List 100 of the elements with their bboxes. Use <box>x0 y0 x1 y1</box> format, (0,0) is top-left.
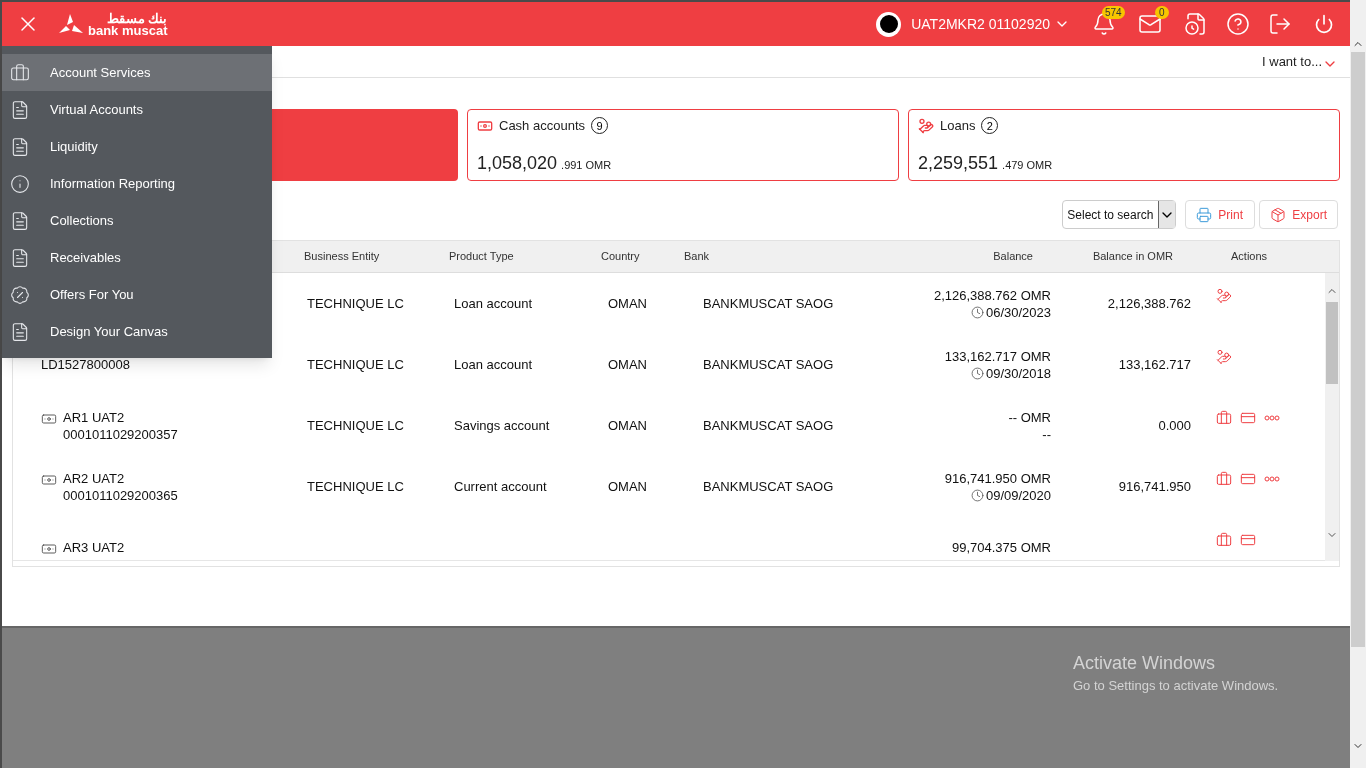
avatar-icon <box>876 11 902 37</box>
report-clock-icon[interactable] <box>1184 12 1208 36</box>
i-want-to-dropdown[interactable]: I want to... <box>1262 51 1338 72</box>
briefcase-icon[interactable] <box>1216 532 1232 548</box>
table-cell: OMAN <box>608 478 647 494</box>
help-icon[interactable] <box>1226 12 1250 36</box>
column-header: Business Entity <box>304 250 380 263</box>
balance-date: 09/09/2020 <box>985 486 1051 504</box>
card-amount-decimals: .479 OMR <box>1002 157 1053 173</box>
document-icon <box>10 210 30 231</box>
summary-card[interactable]: Cash accounts 9 1,058,020 .991 OMR <box>467 109 899 181</box>
table-cell: TECHNIQUE LC <box>307 295 404 311</box>
table-cell: TECHNIQUE LC <box>307 417 404 433</box>
menu-item[interactable]: Receivables <box>2 239 272 276</box>
percent-badge-icon <box>10 284 30 305</box>
table-cell: BANKMUSCAT SAOG <box>703 478 834 494</box>
scrollbar-thumb[interactable] <box>1326 302 1338 384</box>
search-select[interactable]: Select to search <box>1062 200 1177 229</box>
activation-title: Activate Windows <box>1073 652 1217 674</box>
table-cell: OMAN <box>608 356 647 372</box>
balance-in-omr: 2,126,388.762 <box>1107 295 1191 311</box>
account-name: AR1 UAT2 <box>63 408 126 426</box>
more-icon[interactable] <box>1264 476 1280 482</box>
menu-item[interactable]: Liquidity <box>2 128 272 165</box>
notification-badge: 574 <box>1102 6 1125 19</box>
logo-text: bank muscat <box>88 24 168 37</box>
column-header: Balance in OMR <box>1092 250 1173 263</box>
table-cell: Savings account <box>454 417 550 433</box>
table-cell: TECHNIQUE LC <box>307 356 404 372</box>
menu-item[interactable]: Account Services <box>2 54 272 91</box>
briefcase-icon <box>10 62 30 83</box>
more-icon[interactable] <box>1264 415 1280 421</box>
logo-arabic-text: بنك مسقط <box>106 11 168 25</box>
balance-amount: 99,704.375 OMR <box>952 539 1051 556</box>
balance-date: 06/30/2023 <box>985 303 1051 321</box>
balance-in-omr: 916,741.950 <box>1118 478 1191 494</box>
briefcase-icon[interactable] <box>1216 471 1232 487</box>
hand-coins-icon[interactable] <box>1216 349 1232 365</box>
balance-date: 09/30/2018 <box>985 364 1051 382</box>
menu-item[interactable]: Collections <box>2 202 272 239</box>
column-header: Actions <box>1231 250 1268 263</box>
export-button[interactable]: Export <box>1259 200 1338 229</box>
info-icon <box>10 173 30 194</box>
table-cell: BANKMUSCAT SAOG <box>703 356 834 372</box>
column-header: Product Type <box>449 250 514 263</box>
card-title: Loans <box>940 117 976 135</box>
table-cell: OMAN <box>608 417 647 433</box>
table-cell: TECHNIQUE LC <box>307 478 404 494</box>
table-cell: Loan account <box>454 295 533 311</box>
table-cell: OMAN <box>608 295 647 311</box>
balance-date: -- <box>1042 425 1051 443</box>
account-name: AR3 UAT2 <box>63 538 125 556</box>
menu-item[interactable]: Offers For You <box>2 276 272 313</box>
power-icon[interactable] <box>1314 14 1334 34</box>
logo-icon <box>58 13 84 35</box>
account-name: AR2 UAT2 <box>63 469 126 487</box>
print-button[interactable]: Print <box>1185 200 1256 229</box>
card-icon[interactable] <box>1240 410 1256 426</box>
document-icon <box>10 321 30 342</box>
column-header: Bank <box>684 250 710 263</box>
document-icon <box>10 136 30 157</box>
card-amount-decimals: .991 OMR <box>561 157 612 173</box>
card-amount: 2,259,551 <box>918 151 999 175</box>
column-header: Balance <box>993 250 1033 263</box>
user-dropdown[interactable]: UAT2MKR2 01102920 <box>911 13 1070 35</box>
account-number: LD1527800008 <box>41 356 130 373</box>
box-icon <box>1270 206 1287 223</box>
document-icon <box>10 99 30 120</box>
account-number: 0001011029200357 <box>63 425 178 443</box>
card-amount: 1,058,020 <box>477 151 558 175</box>
column-header: Country <box>601 250 640 263</box>
card-icon[interactable] <box>1240 532 1256 548</box>
page-scrollbar[interactable] <box>1350 0 1366 768</box>
balance-amount: -- OMR <box>1008 408 1051 426</box>
hand-coins-icon[interactable] <box>1216 288 1232 304</box>
message-badge: 0 <box>1155 6 1169 19</box>
table-cell: BANKMUSCAT SAOG <box>703 417 834 433</box>
balance-in-omr: 0.000 <box>1158 417 1191 433</box>
card-icon[interactable] <box>1240 471 1256 487</box>
activation-subtitle: Go to Settings to activate Windows. <box>1073 677 1280 695</box>
balance-in-omr: 133,162.717 <box>1118 356 1191 372</box>
menu-item[interactable]: Information Reporting <box>2 165 272 202</box>
menu-item[interactable]: Design Your Canvas <box>2 313 272 350</box>
account-number: 0001011029200365 <box>63 486 178 504</box>
menu-item[interactable]: Virtual Accounts <box>2 91 272 128</box>
document-icon <box>10 247 30 268</box>
balance-amount: 916,741.950 OMR <box>944 469 1051 487</box>
balance-amount: 2,126,388.762 OMR <box>933 286 1051 304</box>
table-scrollbar[interactable] <box>1325 273 1339 561</box>
card-title: Cash accounts <box>499 117 585 135</box>
briefcase-icon[interactable] <box>1216 410 1232 426</box>
table-cell: Loan account <box>454 356 533 372</box>
table-cell: Current account <box>454 478 547 494</box>
printer-icon <box>1196 206 1213 223</box>
balance-amount: 133,162.717 OMR <box>944 347 1051 365</box>
summary-card[interactable]: Loans 2 2,259,551 .479 OMR <box>908 109 1340 181</box>
logout-icon[interactable] <box>1268 12 1292 36</box>
table-cell: BANKMUSCAT SAOG <box>703 295 834 311</box>
hand-coins-icon <box>918 117 934 134</box>
scrollbar-thumb[interactable] <box>1351 52 1365 647</box>
